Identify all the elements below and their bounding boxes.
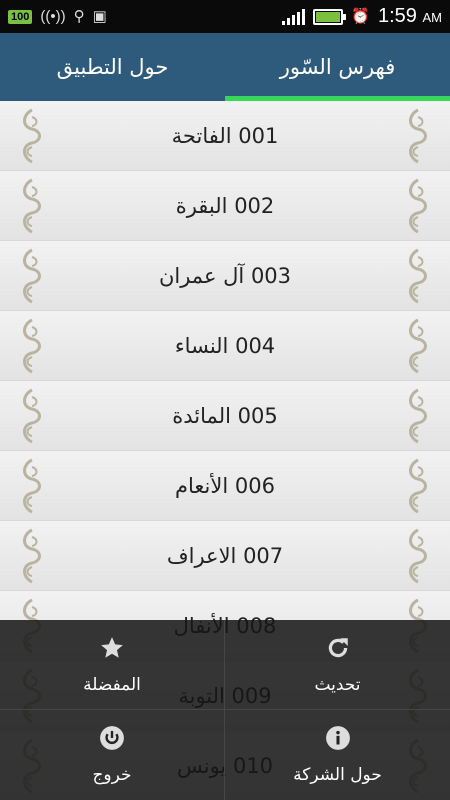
menu-favorites[interactable]: المفضلة — [0, 620, 225, 710]
menu-favorites-label: المفضلة — [83, 674, 141, 695]
surah-label: 005 المائدة — [172, 403, 278, 428]
menu-about-company-label: حول الشركة — [293, 765, 382, 785]
clock-ampm: AM — [422, 10, 443, 25]
status-bar-right: ⏰ 1:59 AM — [274, 5, 450, 28]
ornament-icon — [409, 458, 427, 514]
surah-list-item[interactable]: 004 النساء — [0, 311, 450, 381]
ornament-icon — [23, 458, 41, 514]
star-icon — [101, 636, 123, 658]
clock: 1:59 AM — [378, 5, 442, 28]
info-icon — [325, 726, 350, 750]
ornament-icon — [23, 528, 41, 584]
surah-list-item[interactable]: 007 الاعراف — [0, 521, 450, 591]
status-bar: 100 ((•)) ⚲ ▣ ⏰ 1:59 AM — [0, 0, 450, 33]
surah-list-item[interactable]: 005 المائدة — [0, 381, 450, 451]
surah-label: 001 الفاتحة — [171, 123, 279, 148]
surah-label: 007 الاعراف — [166, 543, 284, 568]
ornament-icon — [409, 318, 427, 374]
battery-icon — [313, 8, 347, 25]
surah-list-item[interactable]: 006 الأنعام — [0, 451, 450, 521]
refresh-icon — [328, 637, 348, 657]
usb-icon: ⚲ — [73, 8, 85, 25]
clock-time: 1:59 — [378, 5, 417, 27]
tab-bar: حول التطبيق فهرس السّور — [0, 33, 450, 101]
surah-label: 003 آل عمران — [158, 263, 292, 288]
menu-about-company[interactable]: حول الشركة — [225, 710, 450, 800]
ornament-icon — [409, 388, 427, 444]
alarm-icon: ⏰ — [351, 8, 370, 25]
tab-about-app[interactable]: حول التطبيق — [0, 33, 225, 101]
ornament-icon — [23, 388, 41, 444]
options-menu: المفضلة تحديث خروج حول الشركة — [0, 620, 450, 800]
ornament-icon — [409, 528, 427, 584]
ornament-icon — [23, 108, 41, 164]
hotspot-icon: ((•)) — [40, 8, 66, 25]
menu-exit-label: خروج — [92, 765, 132, 785]
tab-about-app-label: حول التطبيق — [56, 55, 169, 79]
status-bar-left: 100 ((•)) ⚲ ▣ — [0, 9, 115, 24]
ornament-icon — [409, 248, 427, 304]
tab-surah-index[interactable]: فهرس السّور — [225, 33, 450, 101]
ornament-icon — [409, 178, 427, 234]
signal-icon — [282, 8, 306, 25]
battery-percent-badge: 100 — [8, 9, 33, 24]
ornament-icon — [23, 178, 41, 234]
ornament-icon — [409, 108, 427, 164]
menu-refresh-label: تحديث — [314, 674, 361, 695]
surah-list-item[interactable]: 002 البقرة — [0, 171, 450, 241]
surah-label: 002 البقرة — [175, 193, 275, 218]
power-icon — [100, 726, 124, 750]
surah-label: 006 الأنعام — [175, 473, 275, 498]
image-icon: ▣ — [92, 8, 107, 25]
ornament-icon — [23, 248, 41, 304]
ornament-icon — [23, 318, 41, 374]
menu-refresh[interactable]: تحديث — [225, 620, 450, 710]
menu-exit[interactable]: خروج — [0, 710, 225, 800]
surah-list-item[interactable]: 001 الفاتحة — [0, 101, 450, 171]
tab-surah-index-label: فهرس السّور — [279, 55, 396, 79]
surah-label: 004 النساء — [174, 333, 276, 358]
surah-list-item[interactable]: 003 آل عمران — [0, 241, 450, 311]
